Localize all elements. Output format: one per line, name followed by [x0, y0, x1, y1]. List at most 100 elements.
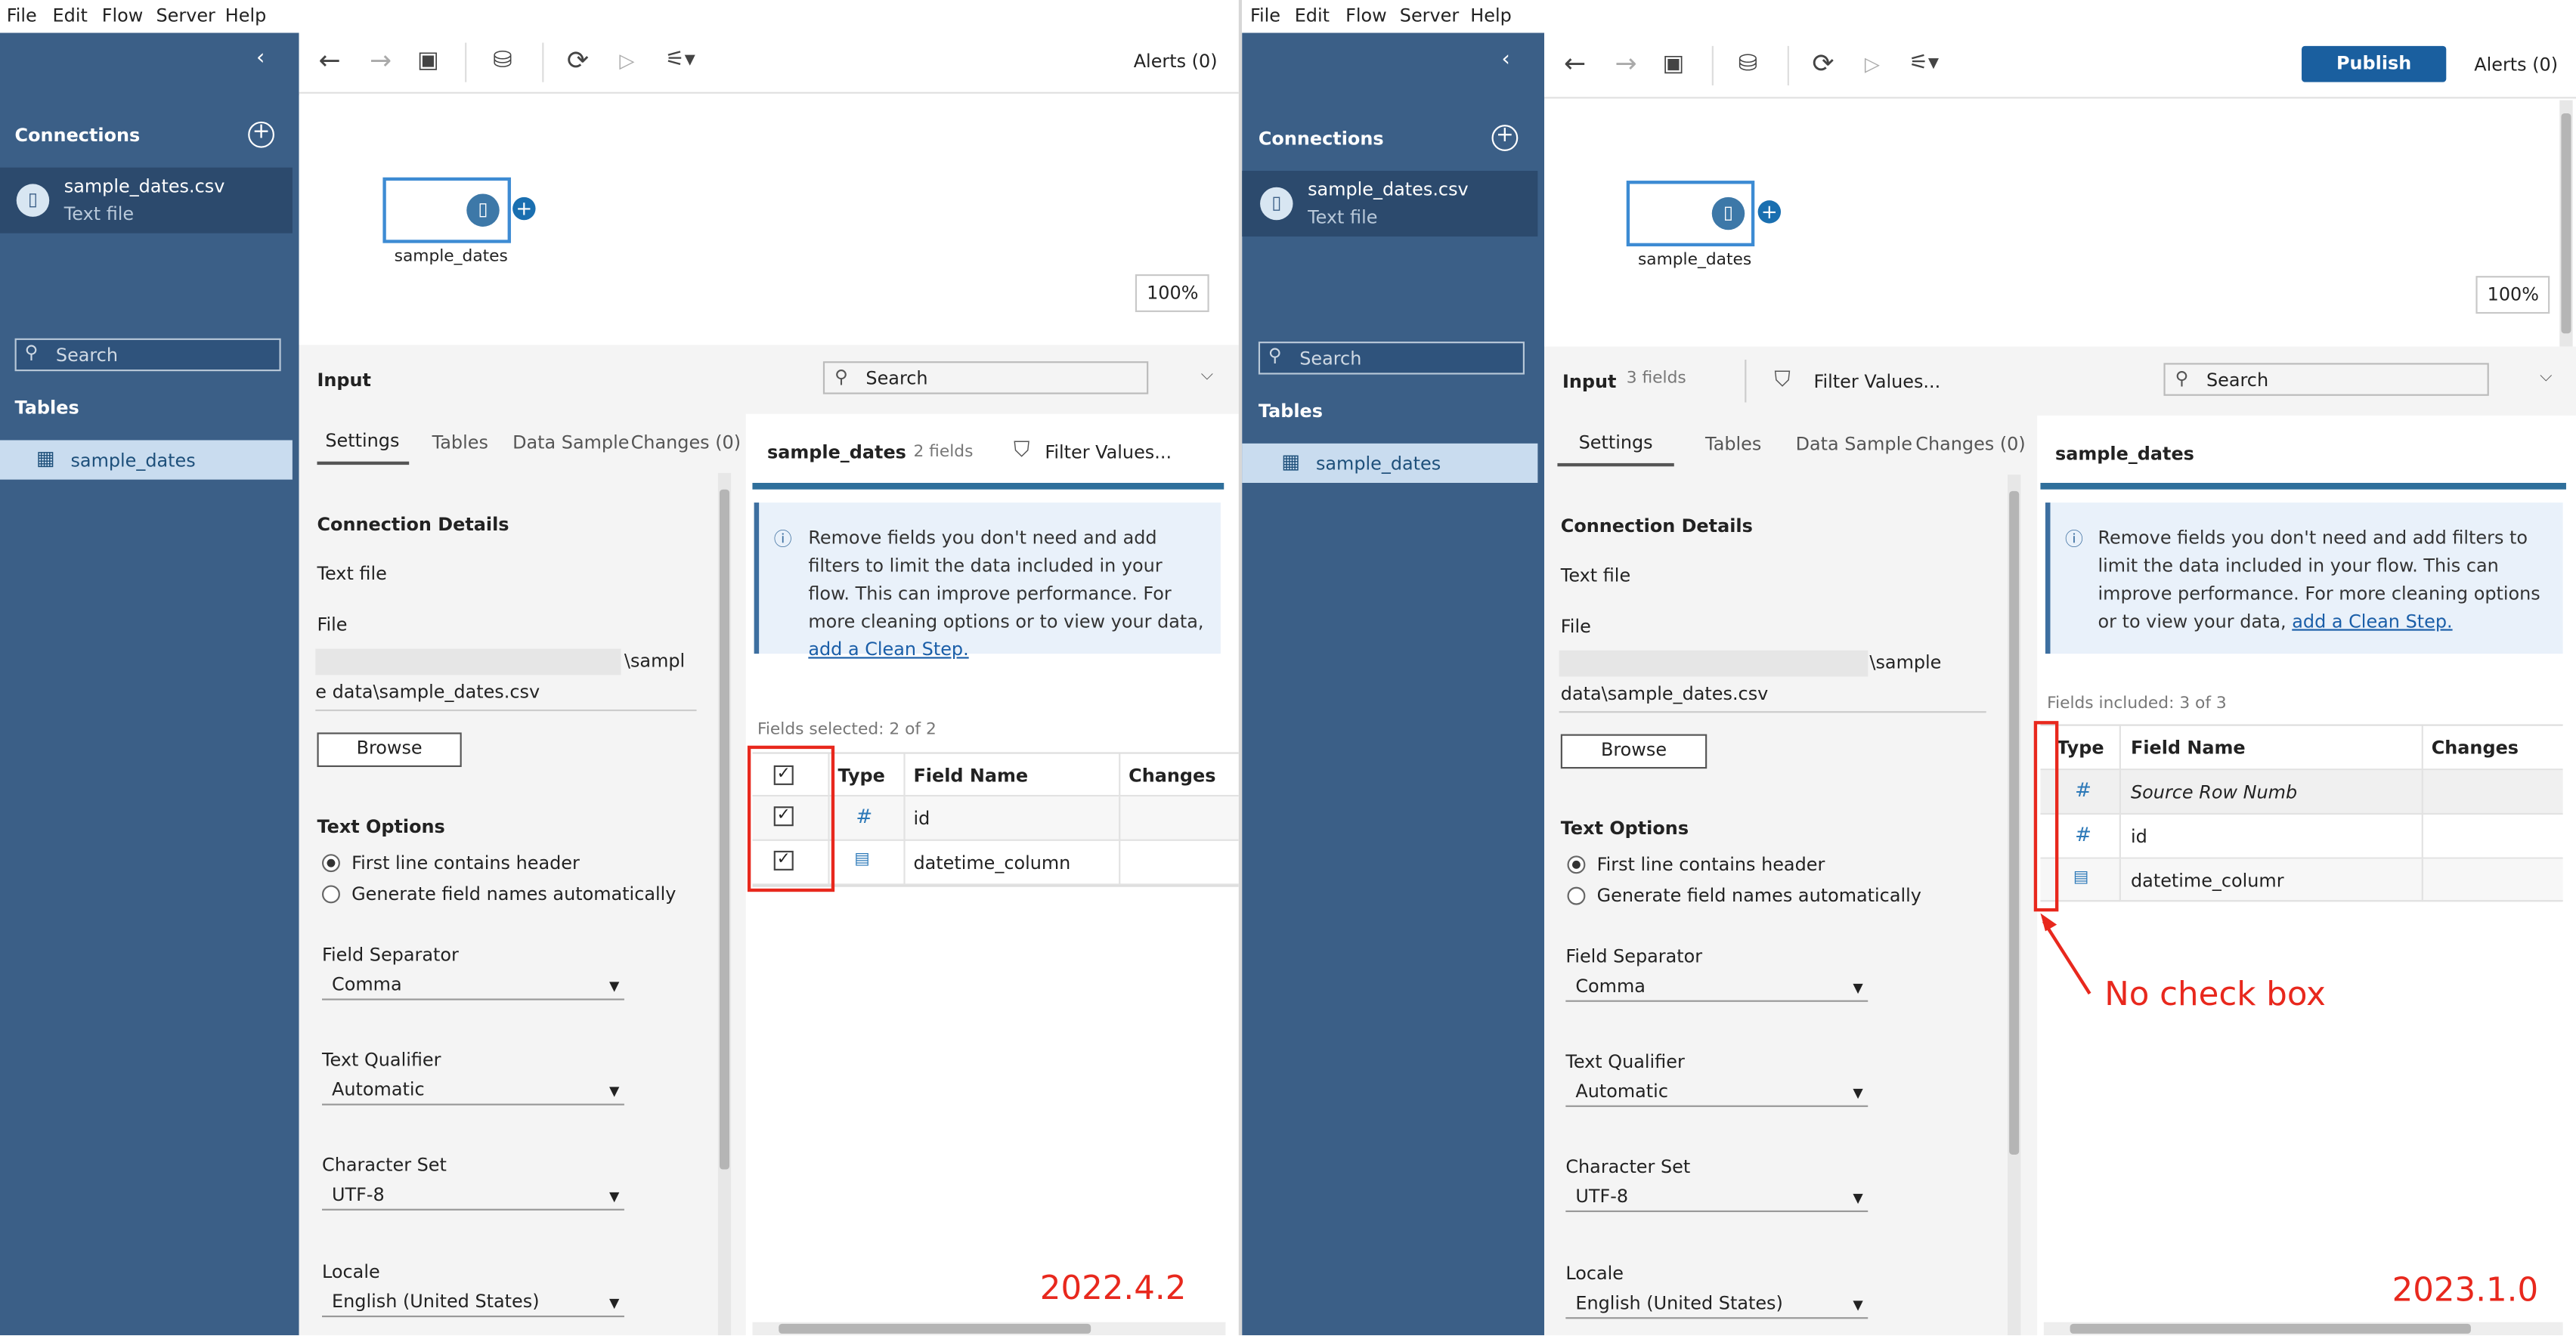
menu-file[interactable]: File: [1250, 5, 1280, 26]
add-step-icon[interactable]: +: [512, 196, 536, 221]
filter-icon[interactable]: ⛉: [1014, 438, 1029, 463]
data-source-icon[interactable]: ⛁: [493, 46, 512, 76]
connection-item[interactable]: ▯ sample_dates.csv Text file: [0, 167, 293, 233]
horizontal-scrollbar[interactable]: [752, 1322, 1226, 1336]
browse-button[interactable]: Browse: [1560, 734, 1708, 769]
canvas-scrollbar[interactable]: [2559, 100, 2573, 347]
radio-generate[interactable]: [1567, 886, 1586, 905]
menu-flow[interactable]: Flow: [1345, 5, 1387, 26]
menu-help[interactable]: Help: [1470, 5, 1512, 26]
input-search[interactable]: ⚲ Search: [2163, 363, 2489, 396]
publish-button[interactable]: Publish: [2302, 45, 2447, 82]
charset-select[interactable]: UTF-8 ▼: [1565, 1186, 1869, 1213]
browse-button[interactable]: Browse: [317, 732, 462, 768]
connection-type: Text file: [1308, 206, 1378, 229]
tab-data-sample[interactable]: Data Sample: [1796, 434, 1912, 455]
run-icon[interactable]: ▷: [619, 46, 634, 76]
locale-select[interactable]: English (United States) ▼: [321, 1291, 624, 1318]
add-connection-icon[interactable]: +: [248, 122, 274, 148]
filter-values-button[interactable]: Filter Values...: [1814, 371, 1941, 392]
info-icon: ⓘ: [773, 528, 792, 551]
back-icon[interactable]: ←: [1564, 48, 1586, 79]
horizontal-scrollbar[interactable]: [2043, 1322, 2563, 1336]
tab-settings[interactable]: Settings: [317, 430, 410, 465]
input-search[interactable]: ⚲ Search: [822, 361, 1149, 394]
tab-settings[interactable]: Settings: [1557, 432, 1674, 467]
chevron-down-icon: ▼: [1853, 1297, 1863, 1313]
table-row[interactable]: # Source Row Numb: [2040, 770, 2563, 815]
flow-canvas: ▯ + sample_dates 100%: [1544, 100, 2576, 347]
collapse-icon[interactable]: ‹: [1502, 48, 1510, 73]
zoom-level[interactable]: 100%: [2475, 276, 2551, 314]
table-row[interactable]: # id: [2040, 815, 2563, 859]
menu-flow[interactable]: Flow: [102, 5, 144, 26]
chevron-down-icon: ▼: [609, 1084, 620, 1099]
sidebar-search[interactable]: ⚲ Search: [14, 338, 281, 372]
menu-file[interactable]: File: [7, 5, 37, 26]
chevron-down-icon[interactable]: ⌵: [2540, 368, 2553, 386]
radio-generate[interactable]: [321, 885, 340, 904]
tab-changes[interactable]: Changes (0): [631, 432, 741, 453]
add-connection-icon[interactable]: +: [1491, 125, 1519, 151]
add-clean-step-link[interactable]: add a Clean Step.: [2292, 611, 2452, 632]
chevron-down-icon: ▼: [609, 979, 620, 994]
locale-select[interactable]: English (United States) ▼: [1565, 1293, 1869, 1319]
text-qualifier-select[interactable]: Automatic ▼: [321, 1079, 624, 1106]
menu-edit[interactable]: Edit: [53, 5, 88, 26]
settings-icon[interactable]: ⚟▾: [665, 46, 695, 76]
chevron-down-icon[interactable]: ⌵: [1201, 366, 1214, 385]
sidebar-search[interactable]: ⚲ Search: [1258, 342, 1525, 375]
menu-server[interactable]: Server: [156, 5, 215, 26]
settings-icon[interactable]: ⚟▾: [1909, 49, 1940, 79]
info-box: ⓘ Remove fields you don't need and add f…: [2045, 503, 2563, 654]
forward-icon[interactable]: →: [1615, 48, 1637, 79]
toolbar: ← → ▣ ⛁ ⟳ ▷ ⚟▾ Alerts (0): [299, 32, 1239, 94]
alerts[interactable]: Alerts (0): [1134, 51, 1218, 72]
collapse-icon[interactable]: ‹: [256, 46, 265, 71]
node-label: sample_dates: [394, 248, 508, 267]
text-file-label: Text file: [1560, 564, 1631, 586]
add-step-icon[interactable]: +: [1757, 200, 1782, 224]
text-qualifier-select[interactable]: Automatic ▼: [1565, 1081, 1869, 1107]
forward-icon[interactable]: →: [370, 45, 392, 76]
tab-tables[interactable]: Tables: [1705, 434, 1761, 455]
radio-header[interactable]: [1567, 855, 1586, 874]
add-clean-step-link[interactable]: add a Clean Step.: [808, 639, 968, 660]
menu-edit[interactable]: Edit: [1295, 5, 1330, 26]
back-icon[interactable]: ←: [319, 45, 341, 76]
save-icon[interactable]: ▣: [1663, 49, 1685, 79]
menu-help[interactable]: Help: [225, 5, 267, 26]
tab-changes[interactable]: Changes (0): [1915, 434, 2025, 455]
refresh-icon[interactable]: ⟳: [567, 45, 589, 76]
field-separator-select[interactable]: Comma ▼: [321, 974, 624, 1000]
settings-scrollbar[interactable]: [717, 472, 732, 1336]
input-node[interactable]: ▯: [382, 177, 511, 243]
charset-select[interactable]: UTF-8 ▼: [321, 1184, 624, 1211]
left-window: File Edit Flow Server Help ‹ Connections…: [0, 0, 1239, 1336]
table-row[interactable]: ▤ datetime_columr: [2040, 858, 2563, 902]
file-path-field[interactable]: \sample data\sample_dates.csv: [1559, 645, 1986, 713]
radio-header[interactable]: [321, 854, 340, 873]
menu-server[interactable]: Server: [1400, 5, 1459, 26]
file-icon: ▯: [1260, 187, 1293, 221]
filter-icon[interactable]: ⛉: [1774, 368, 1790, 393]
tab-tables[interactable]: Tables: [432, 432, 488, 453]
field-separator-select[interactable]: Comma ▼: [1565, 976, 1869, 1002]
search-icon: ⚲: [1268, 345, 1282, 366]
data-source-icon[interactable]: ⛁: [1738, 49, 1758, 79]
alerts[interactable]: Alerts (0): [2474, 54, 2558, 76]
connection-item[interactable]: ▯ sample_dates.csv Text file: [1242, 171, 1538, 237]
table-item[interactable]: ▦ sample_dates: [1242, 443, 1538, 483]
run-icon[interactable]: ▷: [1865, 49, 1880, 79]
text-qualifier-label: Text Qualifier: [321, 1049, 441, 1072]
tab-data-sample[interactable]: Data Sample: [512, 432, 629, 453]
table-item-label: sample_dates: [70, 450, 196, 472]
save-icon[interactable]: ▣: [417, 46, 439, 76]
filter-values-button[interactable]: Filter Values...: [1045, 442, 1172, 463]
file-path-field[interactable]: \sampl e data\sample_dates.csv: [315, 644, 697, 712]
input-node[interactable]: ▯: [1626, 181, 1755, 247]
table-item[interactable]: ▦ sample_dates: [0, 440, 293, 480]
settings-scrollbar[interactable]: [2007, 475, 2021, 1336]
zoom-level[interactable]: 100%: [1135, 274, 1210, 312]
refresh-icon[interactable]: ⟳: [1812, 48, 1834, 79]
